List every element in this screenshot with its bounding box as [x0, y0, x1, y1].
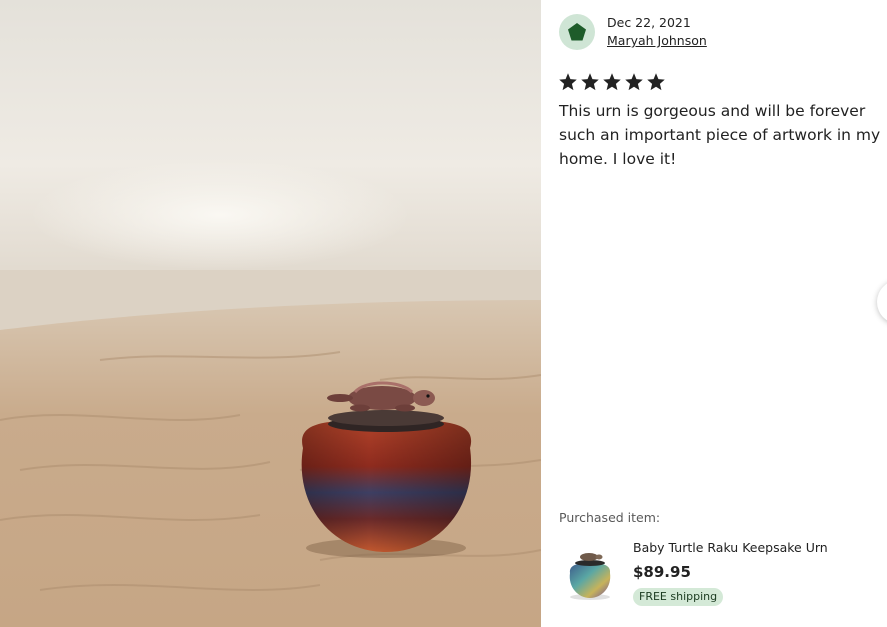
reviewer-avatar[interactable] [559, 14, 595, 50]
purchased-item-thumbnail[interactable] [561, 543, 619, 601]
purchased-item-label: Purchased item: [559, 510, 661, 525]
purchased-item-price: $89.95 [633, 563, 691, 581]
green-pentagon-icon [568, 23, 586, 41]
star-rating [558, 72, 666, 92]
review-panel: Dec 22, 2021 Maryah Johnson This urn is … [541, 0, 887, 627]
reviewer-name-link[interactable]: Maryah Johnson [607, 33, 707, 48]
review-date: Dec 22, 2021 [607, 15, 691, 30]
star-icon [625, 73, 643, 91]
star-icon [647, 73, 665, 91]
star-icon [603, 73, 621, 91]
free-shipping-badge: FREE shipping [633, 588, 724, 606]
star-icon [581, 73, 599, 91]
review-photo [0, 0, 541, 627]
purchased-item-title[interactable]: Baby Turtle Raku Keepsake Urn [633, 540, 828, 555]
review-text: This urn is gorgeous and will be forever… [559, 102, 881, 168]
star-icon [559, 73, 577, 91]
